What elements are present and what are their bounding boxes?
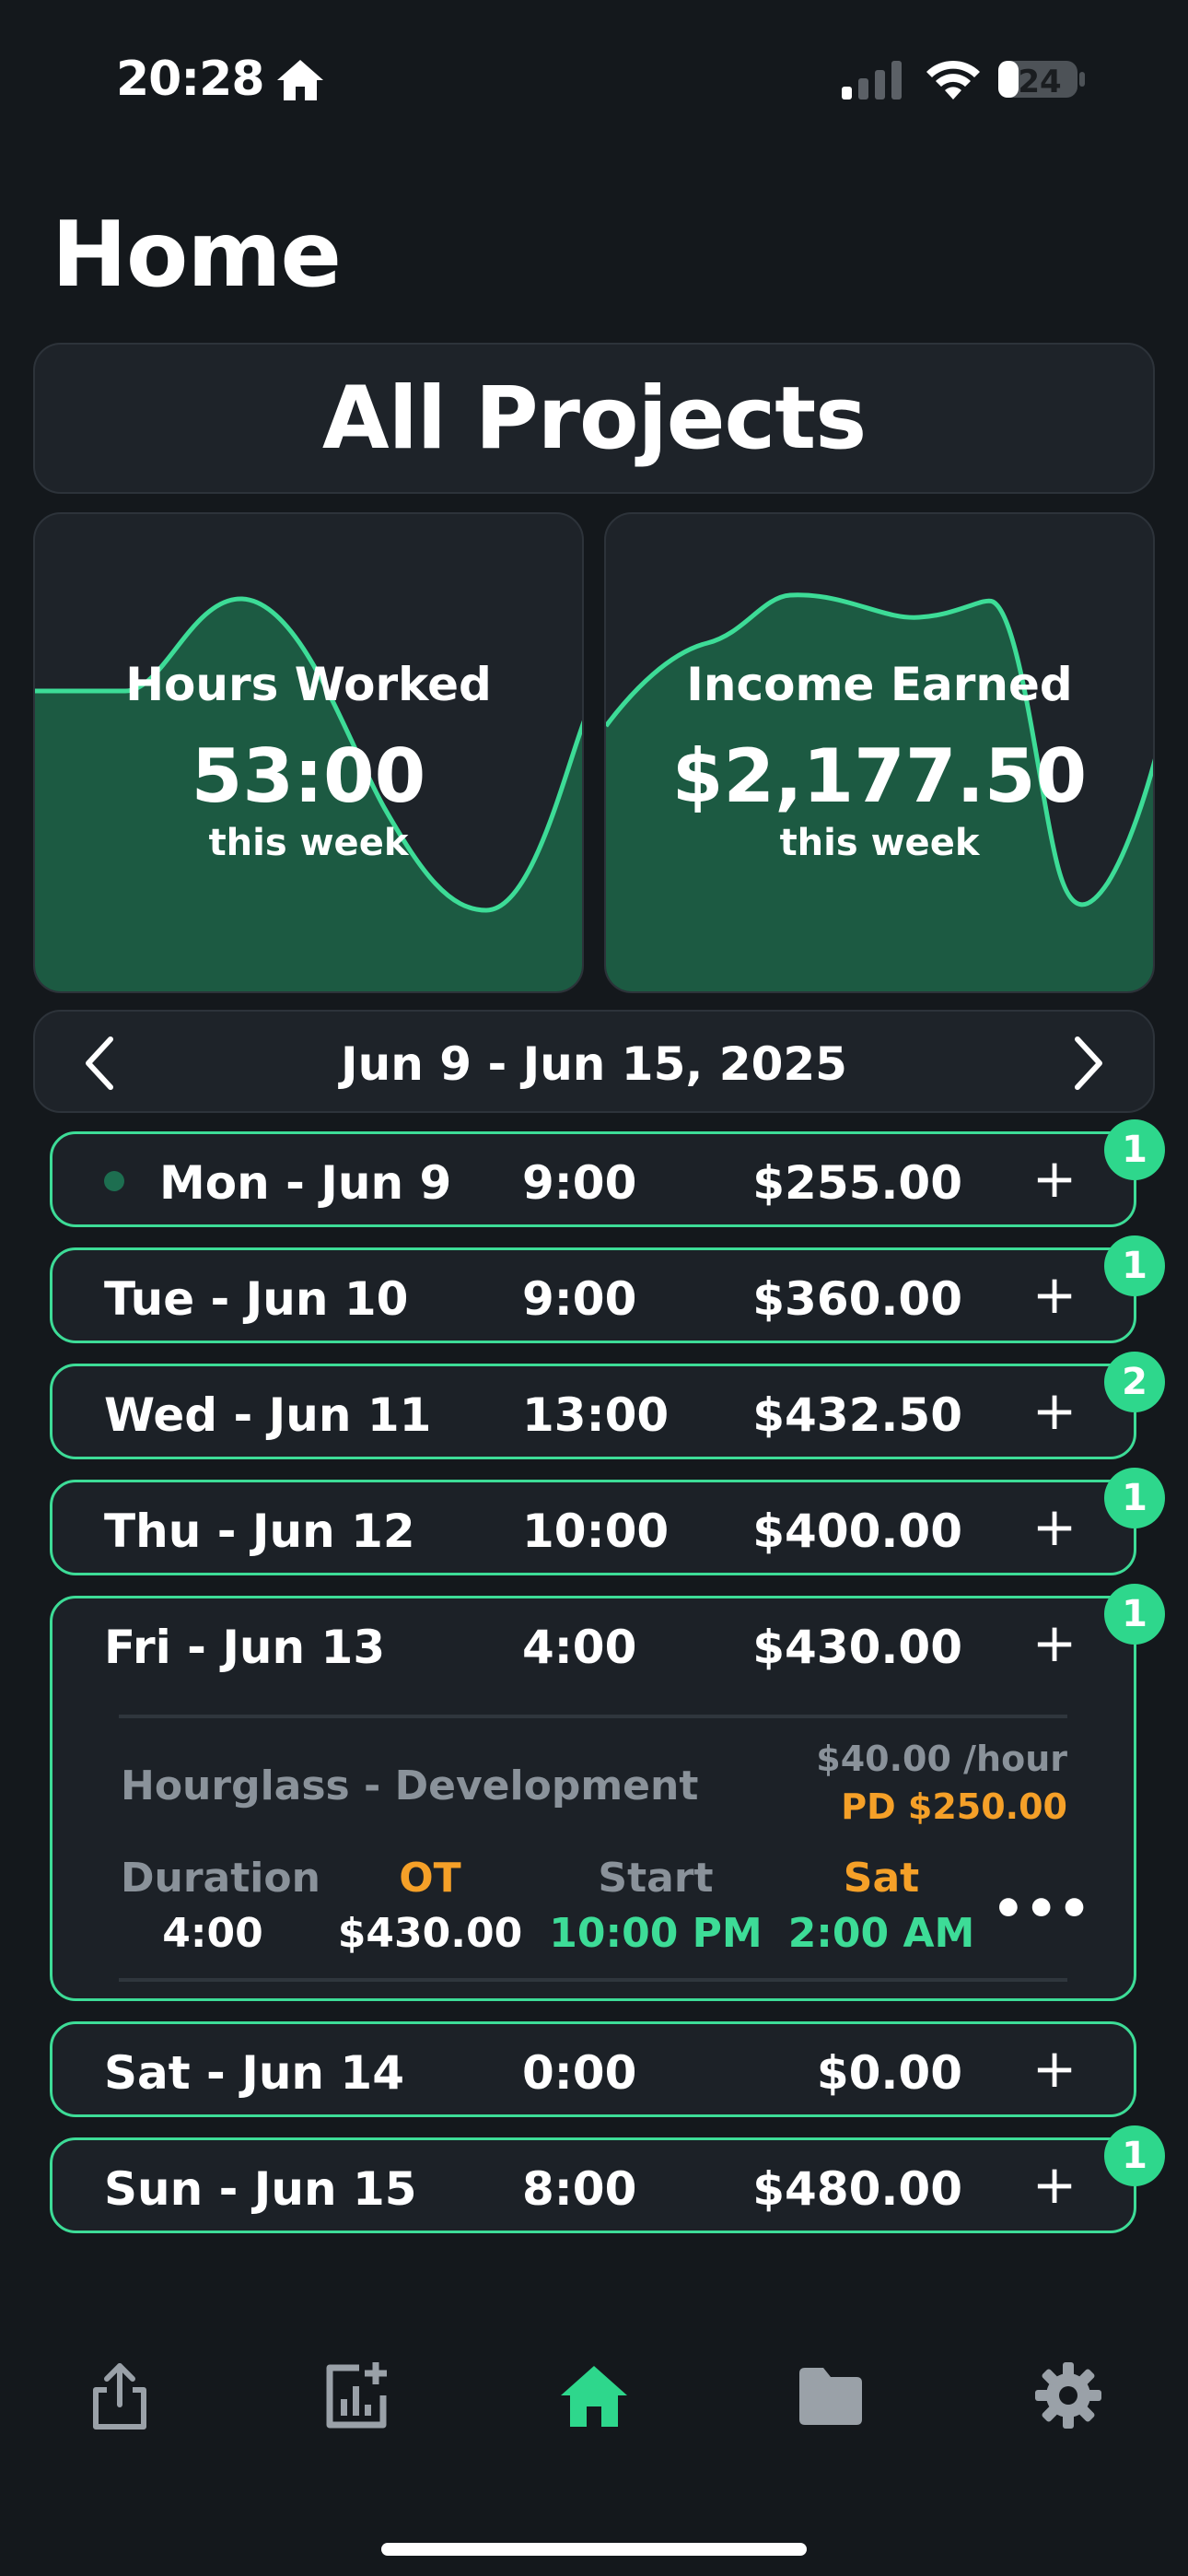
entry-count-badge: 1 — [1104, 1119, 1165, 1180]
day-label: Sat - Jun 14 — [104, 2046, 405, 2100]
add-chart-icon[interactable] — [319, 2359, 392, 2432]
status-time: 20:28 — [116, 52, 265, 107]
signal-icon — [842, 61, 902, 100]
entry-count-badge: 2 — [1104, 1352, 1165, 1412]
week-range-label: Jun 9 - Jun 15, 2025 — [341, 1037, 847, 1091]
day-label: Sun - Jun 15 — [104, 2162, 417, 2216]
day-row-thu[interactable]: Thu - Jun 12 10:00 $400.00 + 1 — [50, 1468, 1165, 1575]
home-indicator[interactable] — [381, 2543, 807, 2556]
export-icon[interactable] — [83, 2359, 157, 2432]
entry-count-badge: 1 — [1104, 1584, 1165, 1645]
ot-label: OT — [399, 1855, 461, 1902]
entry-count-badge: 1 — [1104, 1235, 1165, 1296]
add-entry-button[interactable]: + — [1029, 1383, 1080, 1438]
duration-value: 4:00 — [162, 1910, 263, 1957]
day-row-sat[interactable]: Sat - Jun 14 0:00 $0.00 + — [50, 2021, 1136, 2117]
project-selector[interactable]: All Projects — [33, 343, 1155, 494]
entry-hourly-rate: $40.00 /hour — [816, 1739, 1067, 1779]
day-hours: 8:00 — [522, 2162, 637, 2216]
chevron-right-icon[interactable] — [1070, 1036, 1107, 1091]
day-amount: $255.00 — [752, 1156, 962, 1210]
entry-project-name: Hourglass - Development — [121, 1762, 699, 1809]
home-icon[interactable] — [557, 2359, 631, 2432]
day-hours: 10:00 — [522, 1505, 670, 1558]
start-label: Start — [598, 1855, 714, 1902]
income-earned-card[interactable]: Income Earned $2,177.50 this week — [604, 512, 1155, 993]
day-hours: 0:00 — [522, 2046, 637, 2100]
day-row-wed[interactable]: Wed - Jun 11 13:00 $432.50 + 2 — [50, 1352, 1165, 1459]
hours-worked-label: Hours Worked — [125, 658, 492, 711]
battery-level: 24 — [1018, 64, 1062, 100]
entry-count-badge: 1 — [1104, 2125, 1165, 2186]
hours-worked-period: this week — [208, 822, 409, 864]
day-row-fri[interactable]: Fri - Jun 13 4:00 $430.00 + 1 Hourglass … — [50, 1584, 1165, 2001]
wifi-icon — [926, 60, 980, 100]
day-row-tue[interactable]: Tue - Jun 10 9:00 $360.00 + 1 — [50, 1235, 1165, 1343]
divider — [119, 1978, 1067, 1982]
day-amount: $432.50 — [752, 1388, 962, 1442]
add-entry-button[interactable]: + — [1029, 2041, 1080, 2096]
day-amount: $360.00 — [752, 1272, 962, 1326]
end-time: 2:00 AM — [787, 1910, 975, 1957]
duration-label: Duration — [121, 1855, 320, 1902]
folder-icon[interactable] — [794, 2359, 868, 2432]
hours-worked-card[interactable]: Hours Worked 53:00 this week — [33, 512, 584, 993]
hours-worked-value: 53:00 — [191, 733, 426, 819]
day-amount: $430.00 — [752, 1621, 962, 1674]
day-amount: $480.00 — [752, 2162, 962, 2216]
end-day-label: Sat — [843, 1855, 920, 1902]
day-label: Mon - Jun 9 — [159, 1156, 452, 1210]
entry-per-diem: PD $250.00 — [841, 1786, 1067, 1827]
entry-count-badge: 1 — [1104, 1468, 1165, 1528]
start-time: 10:00 PM — [549, 1910, 763, 1957]
day-label: Tue - Jun 10 — [104, 1272, 409, 1326]
home-status-icon — [277, 60, 323, 100]
day-row-mon[interactable]: Mon - Jun 9 9:00 $255.00 + 1 — [50, 1119, 1165, 1227]
day-hours: 13:00 — [522, 1388, 670, 1442]
project-selector-label: All Projects — [321, 368, 867, 469]
income-earned-label: Income Earned — [686, 658, 1073, 711]
add-entry-button[interactable]: + — [1029, 1615, 1080, 1670]
day-hours: 9:00 — [522, 1156, 637, 1210]
more-options-button[interactable]: ••• — [992, 1884, 1090, 1936]
day-label: Wed - Jun 11 — [104, 1388, 432, 1442]
day-label: Fri - Jun 13 — [104, 1621, 386, 1674]
day-amount: $0.00 — [816, 2046, 962, 2100]
ot-value: $430.00 — [337, 1910, 523, 1957]
day-label: Thu - Jun 12 — [104, 1505, 415, 1558]
divider — [119, 1715, 1067, 1718]
battery-indicator: 24 — [996, 57, 1087, 101]
add-entry-button[interactable]: + — [1029, 1151, 1080, 1206]
page-title: Home — [52, 203, 342, 308]
week-navigator: Jun 9 - Jun 15, 2025 — [33, 1010, 1155, 1113]
add-entry-button[interactable]: + — [1029, 1267, 1080, 1322]
day-row-sun[interactable]: Sun - Jun 15 8:00 $480.00 + 1 — [50, 2125, 1165, 2233]
add-entry-button[interactable]: + — [1029, 2157, 1080, 2212]
income-earned-value: $2,177.50 — [671, 733, 1088, 819]
day-hours: 9:00 — [522, 1272, 637, 1326]
income-earned-period: this week — [779, 822, 980, 864]
add-entry-button[interactable]: + — [1029, 1499, 1080, 1554]
day-hours: 4:00 — [522, 1621, 637, 1674]
today-indicator — [104, 1171, 124, 1191]
settings-icon[interactable] — [1031, 2359, 1105, 2432]
day-amount: $400.00 — [752, 1505, 962, 1558]
